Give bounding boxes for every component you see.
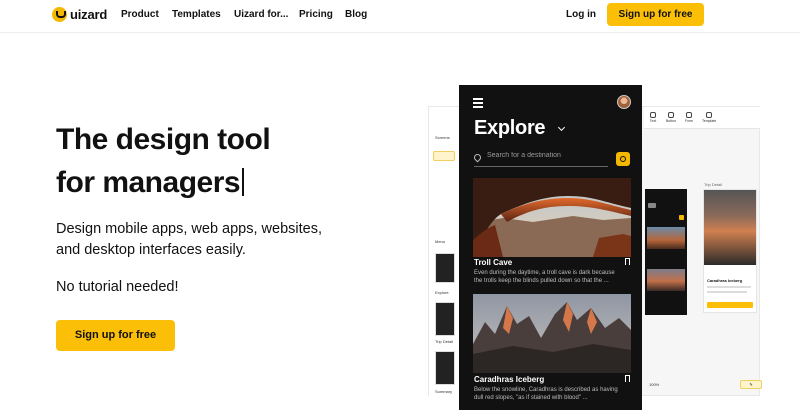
editor-thumb-3[interactable] [435, 351, 455, 385]
tool-text[interactable]: Text [646, 112, 660, 123]
tool-button[interactable]: Button [664, 112, 678, 123]
explore-title: Explore [474, 117, 546, 139]
editor-thumb-2[interactable] [435, 302, 455, 336]
logo-text: uizard [70, 7, 108, 22]
destination-search-input[interactable] [487, 152, 607, 159]
top-nav: uizard Product Templates Uizard for... P… [0, 0, 800, 33]
location-pin-icon [472, 152, 483, 163]
search-row [472, 151, 608, 167]
trip-detail-label: Trip Detail [704, 182, 723, 187]
editor-upload-chip [433, 151, 455, 161]
form-tool-icon [686, 112, 692, 118]
signup-button-nav[interactable]: Sign up for free [607, 3, 704, 26]
nav-link-pricing[interactable]: Pricing [299, 9, 345, 20]
secondary-card-title: Caradhras Iceberg [707, 278, 743, 283]
nav-link-blog[interactable]: Blog [345, 9, 367, 20]
editor-sidebar: Screens Menu Explore Trip Detail Summary [429, 107, 460, 397]
chevron-down-icon[interactable] [557, 123, 566, 132]
card-desc-troll-cave: Even during the daytime, a troll cave is… [474, 270, 615, 284]
hamburger-menu-icon[interactable] [473, 98, 483, 110]
nav-link-uizard-for[interactable]: Uizard for... [234, 9, 299, 20]
text-tool-icon [650, 112, 656, 118]
canvas-screen-trip-detail[interactable]: Trip Detail Caradhras Iceberg [703, 182, 757, 313]
editor-label-screens: Screens [435, 135, 450, 140]
nav-links: Product Templates Uizard for... Pricing … [121, 9, 367, 20]
editor-label-trip-detail: Trip Detail [435, 339, 454, 344]
hero-title-line2: for managers [56, 166, 241, 199]
hero-title: The design tool for managers [56, 118, 271, 204]
zoom-level[interactable]: 100% [649, 382, 659, 387]
editor-label-summary: Summary [435, 389, 453, 394]
tool-template[interactable]: Template [702, 112, 716, 123]
card-desc-caradhras: Below the snowline, Caradhras is describ… [474, 387, 618, 401]
edit-chip[interactable]: ✎ [740, 380, 762, 389]
signup-button-hero[interactable]: Sign up for free [56, 320, 175, 351]
nav-link-templates[interactable]: Templates [172, 9, 234, 20]
hero-title-line1: The design tool [56, 123, 271, 156]
nav-link-product[interactable]: Product [121, 9, 172, 20]
button-tool-icon [668, 112, 674, 118]
filter-button[interactable] [616, 152, 630, 166]
login-link[interactable]: Log in [566, 9, 596, 20]
bookmark-icon[interactable] [625, 258, 630, 267]
caradhras-image[interactable] [473, 294, 631, 373]
editor-thumb-1[interactable] [435, 253, 455, 283]
tool-form[interactable]: Form [682, 112, 696, 123]
text-caret [242, 168, 245, 196]
bookmark-icon[interactable] [625, 375, 630, 384]
template-tool-icon [706, 112, 712, 118]
editor-toolbar: Text Button Form Template [644, 107, 760, 129]
hero-subtitle: Design mobile apps, web apps, websites, … [56, 221, 322, 258]
phone-preview: Explore Trol [459, 85, 642, 410]
troll-cave-image[interactable] [473, 178, 631, 257]
logo[interactable]: uizard [52, 7, 107, 22]
uizard-logo-icon [52, 7, 67, 22]
avatar[interactable] [617, 95, 631, 109]
card-title-caradhras: Caradhras Iceberg [474, 375, 545, 384]
canvas-screen-explore[interactable] [645, 189, 687, 315]
editor-label-explore: Explore [435, 290, 449, 295]
editor-label-menu: Menu [435, 239, 446, 244]
card-title-troll-cave: Troll Cave [474, 258, 513, 267]
hero-note: No tutorial needed! [56, 279, 179, 295]
